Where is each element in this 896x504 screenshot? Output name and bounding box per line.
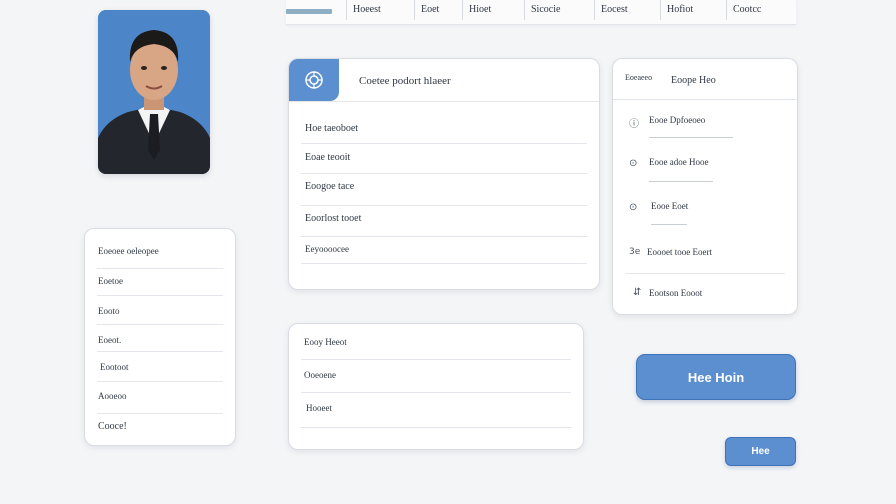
arrow-icon: 3e: [629, 247, 641, 257]
person-portrait-icon: [98, 10, 210, 174]
side-item-2[interactable]: Eooe adoe Hooe: [649, 157, 708, 167]
divider: [651, 224, 687, 225]
main-row-3[interactable]: Eoogoe tace: [305, 181, 354, 192]
main-row-1[interactable]: Hoe taeoboet: [305, 123, 358, 134]
left-list-item-3[interactable]: Eooto: [98, 306, 120, 316]
nav-item-3[interactable]: Hioet: [462, 0, 497, 20]
divider: [97, 324, 223, 325]
side-header-left: Eoeaeeo: [625, 73, 653, 82]
side-item-4[interactable]: Eoooet tooe Eoert: [647, 247, 712, 257]
profile-avatar: [98, 10, 210, 174]
circle-icon: ⊙: [629, 158, 638, 169]
left-list-item-5[interactable]: Eootoot: [100, 362, 129, 372]
bottom-row-2[interactable]: Ooeoene: [304, 370, 336, 380]
divider: [97, 295, 223, 296]
side-panel: Eoeaeeo Eoope Heo ⓘ Eooe Dpfoeoeo ⊙ Eooe…: [612, 58, 798, 315]
badge-icon: [289, 59, 339, 101]
bottom-row-1[interactable]: Eooy Heeot: [304, 337, 347, 347]
left-list-item-6[interactable]: Aooeoo: [98, 391, 127, 401]
divider: [301, 359, 571, 360]
main-card: Coetee podort hlaeer Hoe taeoboet Eoae t…: [288, 58, 600, 290]
divider: [301, 263, 587, 264]
link-icon: ⇵: [633, 287, 642, 298]
nav-item-5[interactable]: Eocest: [594, 0, 634, 20]
divider: [97, 413, 223, 414]
bottom-card: Eooy Heeot Ooeoene Hooeet: [288, 323, 584, 450]
main-row-4[interactable]: Eoorlost tooet: [305, 213, 361, 224]
divider: [97, 381, 223, 382]
main-card-title: Coetee podort hlaeer: [359, 75, 451, 87]
nav-item-6[interactable]: Hofiot: [660, 0, 699, 20]
divider: [301, 392, 571, 393]
divider: [301, 427, 571, 428]
divider: [97, 268, 223, 269]
side-item-3[interactable]: Eooe Eoet: [651, 201, 688, 211]
nav-active-indicator: [286, 9, 332, 14]
nav-item-1[interactable]: Hoeest: [346, 0, 387, 20]
circle-icon: ⊙: [629, 202, 638, 213]
divider: [613, 99, 797, 100]
side-item-5[interactable]: Eootson Eooot: [649, 288, 702, 298]
divider: [301, 143, 587, 144]
divider: [301, 236, 587, 237]
primary-button[interactable]: Hee Hoin: [636, 354, 796, 400]
divider: [625, 273, 785, 274]
left-list-item-7[interactable]: Cooce!: [98, 421, 127, 432]
divider: [649, 137, 733, 138]
main-row-2[interactable]: Eoae teooit: [305, 152, 350, 163]
bottom-row-3[interactable]: Hooeet: [306, 403, 332, 413]
nav-item-4[interactable]: Sicocie: [524, 0, 566, 20]
nav-item-2[interactable]: Eoet: [414, 0, 445, 20]
left-list-card: Eoeoee oeleopee Eoetoe Eooto Eoeot. Eoot…: [84, 228, 236, 446]
side-header-right: Eoope Heo: [671, 75, 716, 86]
side-item-1[interactable]: Eooe Dpfoeoeo: [649, 115, 705, 125]
divider: [289, 101, 599, 102]
top-navigation: Hoeest Eoet Hioet Sicocie Eocest Hofiot …: [286, 0, 796, 25]
divider: [649, 181, 713, 182]
info-icon: ⓘ: [629, 119, 639, 130]
left-list-item-1[interactable]: Eoeoee oeleopee: [98, 246, 159, 256]
secondary-button[interactable]: Hee: [725, 437, 796, 466]
left-list-item-2[interactable]: Eoetoe: [98, 276, 123, 286]
left-list-item-4[interactable]: Eoeot.: [98, 335, 121, 345]
divider: [301, 205, 587, 206]
divider: [301, 173, 587, 174]
divider: [97, 351, 223, 352]
main-row-5[interactable]: Eeyoooocee: [305, 244, 349, 254]
nav-item-7[interactable]: Cootcc: [726, 0, 767, 20]
